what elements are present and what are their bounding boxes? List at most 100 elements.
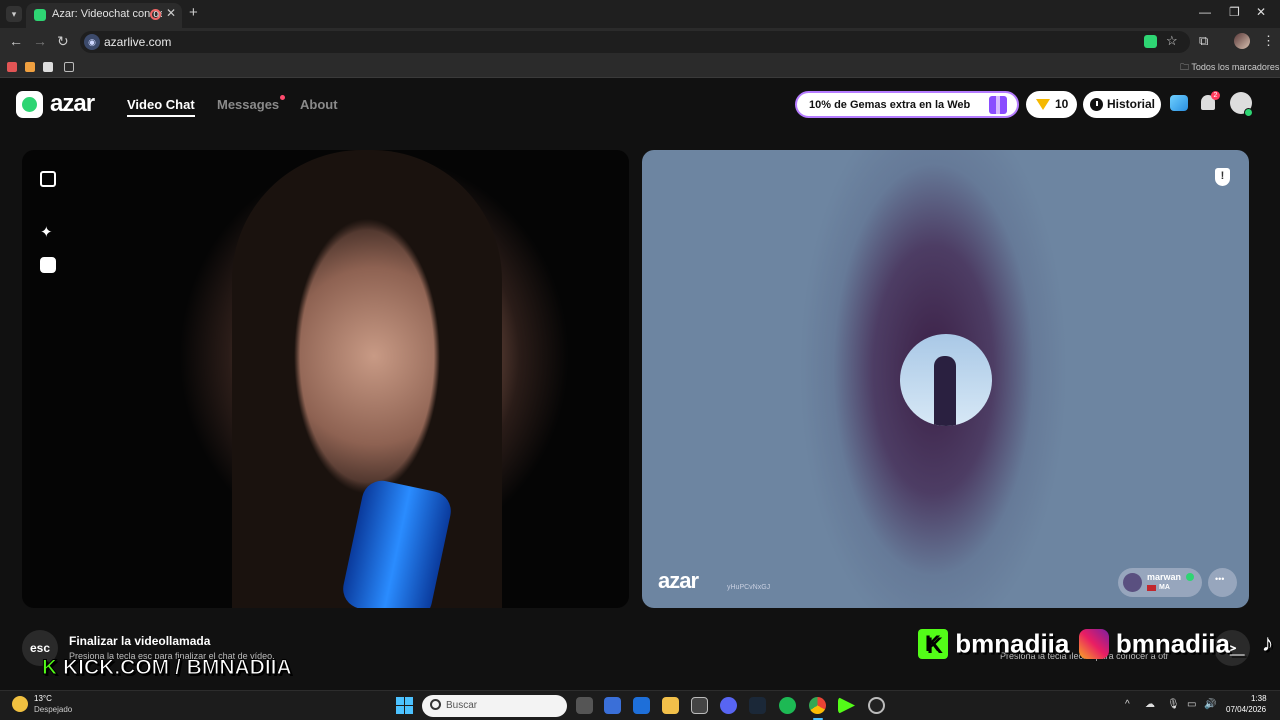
clock-icon: [1090, 98, 1103, 111]
kick-overlay: K KICK.COM / BMNADIIA: [41, 656, 293, 680]
browser-tab-bar: ▾ Azar: Videochat con gente nueva ✕ + — …: [0, 0, 1280, 28]
session-id: yHuPCvNxGJ: [727, 584, 771, 591]
weather-temperature: 13°C: [34, 694, 52, 703]
search-icon: [430, 699, 441, 710]
partner-video-panel: ! azar yHuPCvNxGJ marwan MA: [642, 150, 1249, 608]
azar-logo-text[interactable]: azar: [50, 90, 95, 118]
clock-date[interactable]: 07/04/2026: [1226, 705, 1266, 714]
new-tab-icon[interactable]: +: [189, 4, 198, 21]
azar-logo-icon[interactable]: [16, 91, 43, 118]
display-icon[interactable]: ▭: [1187, 699, 1196, 710]
chrome-icon[interactable]: [809, 697, 826, 714]
end-call-title: Finalizar la videollamada: [69, 634, 211, 648]
steam-icon[interactable]: [749, 697, 766, 714]
verified-icon: [1186, 573, 1194, 581]
kick-handle: bmnadiia: [955, 628, 1070, 659]
azar-favicon-icon: [34, 9, 46, 21]
bookmark-icon[interactable]: [7, 62, 17, 72]
tab-search-icon[interactable]: ▾: [6, 6, 22, 22]
weather-moon-icon[interactable]: [12, 696, 28, 712]
magic-wand-icon[interactable]: ✦: [40, 223, 53, 241]
extension-icon[interactable]: [1144, 35, 1157, 48]
minimize-icon[interactable]: —: [1199, 5, 1211, 19]
instagram-icon: [1078, 629, 1109, 660]
nav-messages[interactable]: Messages: [217, 97, 279, 112]
recording-icon: [150, 9, 161, 20]
back-icon[interactable]: ←: [9, 33, 23, 49]
all-bookmarks[interactable]: 🗀 Todos los marcadores: [1180, 60, 1279, 76]
extensions-icon[interactable]: ⧉: [1199, 33, 1208, 49]
kick-overlay-text: KICK.COM / BMNADIIA: [63, 656, 293, 680]
instagram-handle: bmnadiia_: [1115, 628, 1245, 659]
social-handles-overlay: K bmnadiia bmnadiia_ ♪ bmn: [918, 627, 1280, 665]
forward-icon[interactable]: →: [33, 33, 47, 49]
browser-tab[interactable]: Azar: Videochat con gente nueva ✕: [26, 3, 182, 28]
site-info-icon[interactable]: ◉: [84, 34, 100, 50]
search-placeholder: Buscar: [446, 700, 478, 711]
shop-icon[interactable]: [1170, 95, 1188, 111]
kick-icon: K: [918, 629, 948, 660]
outlook-icon[interactable]: [633, 697, 650, 714]
sticker-icon[interactable]: [40, 257, 56, 273]
partner-profile-chip[interactable]: marwan MA: [1118, 568, 1202, 597]
local-video-panel: ✦: [22, 150, 629, 608]
messages-unread-dot: [280, 95, 285, 100]
bookmark-icon[interactable]: [43, 62, 53, 72]
nav-about[interactable]: About: [300, 97, 338, 112]
chat-button[interactable]: [1208, 568, 1237, 597]
store-icon[interactable]: [604, 697, 621, 714]
partner-chip-avatar: [1123, 573, 1142, 592]
volume-icon[interactable]: 🔊: [1204, 699, 1216, 710]
start-button-icon[interactable]: [396, 697, 413, 714]
microphone-icon[interactable]: 🎙: [1167, 699, 1180, 710]
cloud-icon[interactable]: ☁: [1145, 699, 1155, 710]
partner-name: marwan: [1147, 572, 1182, 582]
tiktok-icon: ♪: [1261, 630, 1274, 658]
bookmark-star-icon[interactable]: ☆: [1166, 33, 1178, 49]
tab-title: Azar: Videochat con gente nueva: [52, 8, 162, 20]
azar-app: azar Video Chat Messages About 10% de Ge…: [0, 78, 1280, 690]
active-nav-underline: [127, 115, 195, 117]
spotify-icon[interactable]: [779, 697, 796, 714]
gift-icon: [989, 96, 1007, 114]
browser-toolbar: ← → ↻ ◉ azarlive.com ☆ ⧉ ⋮: [0, 28, 1280, 56]
azar-watermark: azar: [658, 568, 699, 593]
nav-video-chat[interactable]: Video Chat: [127, 97, 195, 112]
report-shield-icon[interactable]: !: [1215, 168, 1230, 186]
apps-grid-icon[interactable]: [64, 62, 74, 72]
app-icon[interactable]: [691, 697, 708, 714]
window-close-icon[interactable]: ✕: [1256, 5, 1266, 19]
taskbar-search[interactable]: Buscar: [422, 695, 567, 717]
reload-icon[interactable]: ↻: [57, 33, 69, 50]
bookmarks-bar: 🗀 Todos los marcadores: [0, 56, 1280, 78]
gem-promo-button[interactable]: 10% de Gemas extra en la Web: [795, 91, 1019, 118]
country-flag-icon: [1147, 585, 1156, 591]
bookmark-icon[interactable]: [25, 62, 35, 72]
gem-balance-button[interactable]: 10: [1026, 91, 1077, 118]
kick-app-icon[interactable]: [838, 697, 855, 714]
maximize-icon[interactable]: ❐: [1229, 5, 1240, 19]
notification-badge: 2: [1211, 91, 1220, 100]
menu-icon[interactable]: ⋮: [1262, 33, 1275, 49]
gem-promo-label: 10% de Gemas extra en la Web: [809, 99, 971, 111]
minimize-video-icon[interactable]: [40, 171, 56, 187]
url-text: azarlive.com: [104, 35, 172, 49]
obs-icon[interactable]: [868, 697, 885, 714]
partner-country: MA: [1159, 584, 1170, 591]
partner-profile-photo: [900, 334, 992, 426]
gem-icon: [1036, 99, 1050, 110]
history-button[interactable]: Historial: [1083, 91, 1161, 118]
address-bar[interactable]: ◉ azarlive.com ☆: [80, 31, 1190, 53]
online-status-dot: [1244, 108, 1253, 117]
task-view-icon[interactable]: [576, 697, 593, 714]
history-label: Historial: [1107, 97, 1156, 111]
gem-balance: 10: [1055, 97, 1069, 111]
all-bookmarks-label: Todos los marcadores: [1191, 62, 1280, 72]
file-explorer-icon[interactable]: [662, 697, 679, 714]
profile-avatar[interactable]: [1234, 33, 1250, 49]
tray-chevron-icon[interactable]: ^: [1125, 699, 1130, 710]
close-tab-icon[interactable]: ✕: [166, 6, 176, 20]
windows-taskbar: 13°C Despejado Buscar ^ ☁ 🎙 ▭ 🔊 1:38 07/…: [0, 690, 1280, 720]
clock-time[interactable]: 1:38: [1251, 694, 1267, 703]
discord-icon[interactable]: [720, 697, 737, 714]
